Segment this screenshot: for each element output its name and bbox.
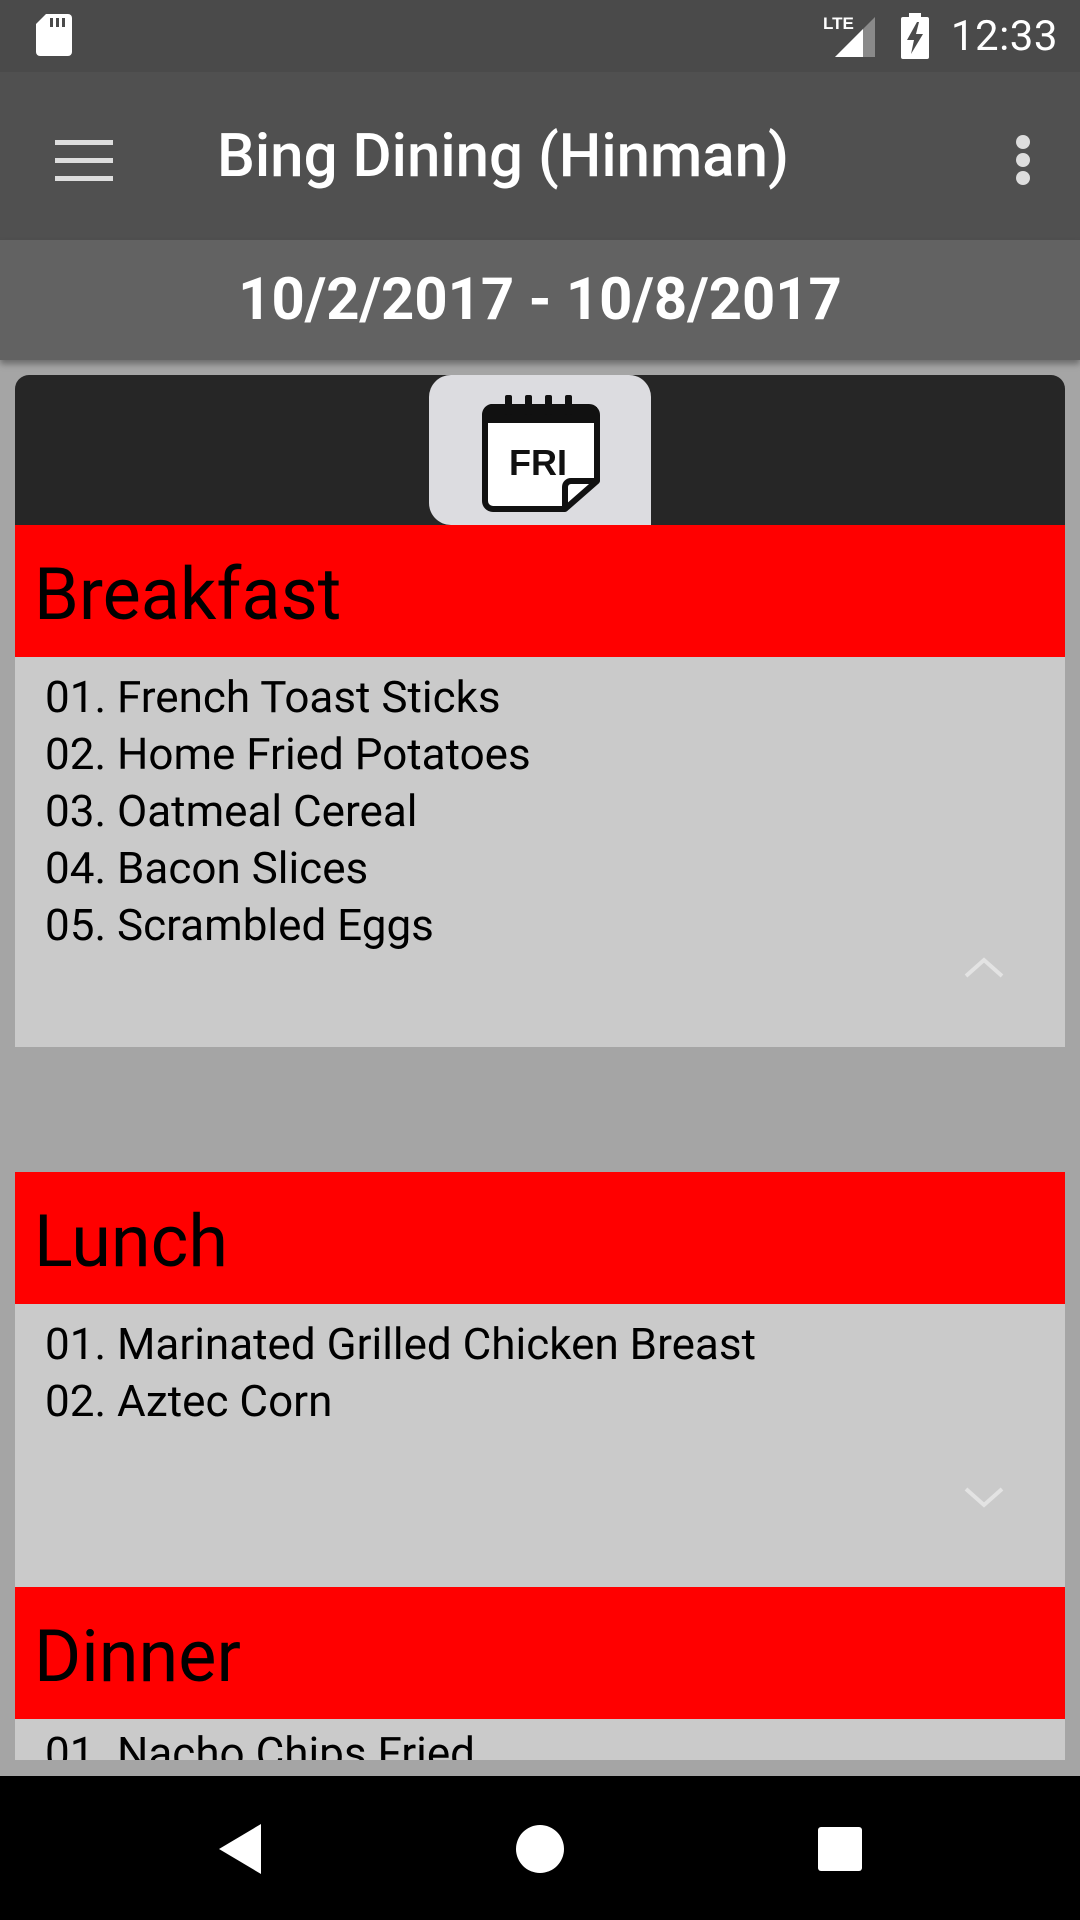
meal-body-breakfast: 01. French Toast Sticks 02. Home Fried P… <box>15 657 1065 1047</box>
meal-header-breakfast[interactable]: Breakfast <box>15 525 1065 657</box>
navigation-bar <box>0 1776 1080 1920</box>
chevron-up-icon[interactable] <box>963 955 1005 979</box>
back-icon[interactable] <box>205 1814 275 1884</box>
hamburger-menu-icon[interactable] <box>38 114 130 206</box>
calendar-day-icon: FRI <box>482 395 600 512</box>
battery-charging-icon <box>900 13 929 59</box>
date-range[interactable]: 10/2/2017 - 10/8/2017 <box>0 240 1080 360</box>
lte-signal-icon: LTE <box>823 14 875 57</box>
list-item: 03. Oatmeal Cereal <box>45 785 418 837</box>
list-item: 04. Bacon Slices <box>45 842 369 894</box>
status-bar: LTE 12:33 <box>0 0 1080 72</box>
more-vertical-icon[interactable] <box>978 114 1068 206</box>
meal-item-list: 01. Marinated Grilled Chicken Breast 02.… <box>15 1304 1065 1430</box>
list-item: 02. Home Fried Potatoes <box>45 728 531 780</box>
meal-body-lunch: 01. Marinated Grilled Chicken Breast 02.… <box>15 1304 1065 1590</box>
day-tab-friday[interactable]: FRI <box>429 375 651 525</box>
day-tab-bar: FRI <box>15 375 1065 525</box>
app-title: Bing Dining (Hinman) <box>217 120 789 191</box>
menu-card: FRI Breakfast 01. French Toast Sticks 02… <box>15 375 1065 1760</box>
meal-body-dinner: 01. Nacho Chips Fried <box>15 1719 1065 1760</box>
meal-title: Dinner <box>34 1614 241 1699</box>
home-icon[interactable] <box>505 1814 575 1884</box>
recents-icon[interactable] <box>805 1814 875 1884</box>
app-bar: Bing Dining (Hinman) <box>0 72 1080 240</box>
meal-item-list: 01. French Toast Sticks 02. Home Fried P… <box>15 657 1065 954</box>
status-time: 12:33 <box>950 11 1058 61</box>
meal-title: Breakfast <box>34 552 342 637</box>
lte-label: LTE <box>823 14 854 33</box>
meal-header-lunch[interactable]: Lunch <box>15 1172 1065 1304</box>
meal-item-list: 01. Nacho Chips Fried <box>15 1719 1065 1760</box>
chevron-down-icon[interactable] <box>963 1486 1005 1510</box>
list-item: 01. Nacho Chips Fried <box>45 1727 475 1760</box>
day-label: FRI <box>509 442 567 483</box>
sd-card-icon <box>36 14 72 56</box>
meal-header-dinner[interactable]: Dinner <box>15 1587 1065 1719</box>
meal-title: Lunch <box>34 1199 229 1284</box>
list-item: 01. French Toast Sticks <box>45 671 501 723</box>
list-item: 02. Aztec Corn <box>45 1375 333 1427</box>
list-item: 01. Marinated Grilled Chicken Breast <box>45 1318 756 1370</box>
list-item: 05. Scrambled Eggs <box>45 899 434 951</box>
